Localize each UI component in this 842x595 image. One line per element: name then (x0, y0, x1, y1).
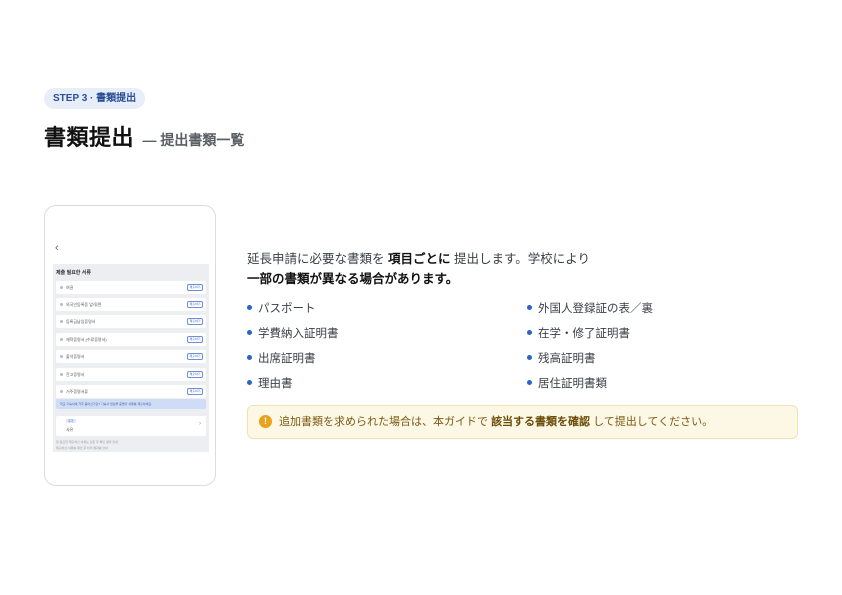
list-item-label: 学費納入証明書 (258, 328, 339, 340)
submit-button[interactable]: 제출하기 (187, 388, 203, 395)
row-label: 재학증명서 (수료증명서) (66, 337, 107, 342)
screen-note-text: 학교 기숙사에 거주 중이신가요? 기숙사 입실을 증명할 서류를 제출하세요. (60, 402, 152, 406)
list-item: 学費納入証明書 (247, 325, 339, 343)
row-dot-icon (60, 390, 63, 393)
page-title-sub: — 提出書類一覧 (142, 132, 245, 148)
row-label: 잔고증명서 (66, 372, 85, 377)
chevron-left-icon[interactable]: ‹ (55, 242, 59, 254)
bullet-icon (527, 305, 532, 310)
bullet-icon (527, 330, 532, 335)
page-title: 書類提出 — 提出書類一覧 (44, 120, 244, 152)
screen-row: 등록금납입증명서 제출하기 (56, 315, 206, 328)
row-dot-icon (60, 320, 63, 323)
card-label: 사유 (66, 427, 74, 432)
submit-button[interactable]: 제출하기 (187, 284, 203, 291)
bullet-icon (247, 330, 252, 335)
notice-part: 追加書類を求められた場合は、本ガイドで (279, 416, 488, 428)
submit-button[interactable]: 제출하기 (187, 353, 203, 360)
list-item-label: 出席証明書 (258, 353, 316, 365)
card-tag: 추가 (66, 419, 76, 423)
list-item-label: 在学・修了証明書 (538, 328, 630, 340)
bullet-icon (527, 355, 532, 360)
intro-text: 延長申請に必要な書類を 項目ごとに 提出します。学校により 一部の書類が異なる場… (247, 249, 590, 289)
row-label: 등록금납입증명서 (66, 319, 96, 324)
bullet-icon (247, 380, 252, 385)
list-item: 居住証明書類 (527, 375, 607, 393)
intro-part: 提出します。学校により (454, 252, 591, 266)
row-dot-icon (60, 286, 63, 289)
exclamation-icon: ! (259, 415, 272, 428)
row-label: 여권 (66, 285, 74, 290)
screen-title: 제출 필요한 서류 (56, 270, 91, 276)
screen-note: 학교 기숙사에 거주 중이신가요? 기숙사 입실을 증명할 서류를 제출하세요. (56, 399, 206, 409)
notice-part: して提出してください。 (593, 416, 714, 428)
list-item: パスポート (247, 300, 316, 318)
row-label: 출석증명서 (66, 354, 85, 359)
notice-text: 追加書類を求められた場合は、本ガイドで 該当する書類を確認 して提出してください… (279, 415, 713, 430)
list-item-label: 残高証明書 (538, 353, 596, 365)
intro-bold: 項目ごとに (388, 252, 451, 266)
bullet-icon (247, 305, 252, 310)
list-item: 残高証明書 (527, 350, 596, 368)
notice-box: ! 追加書類を求められた場合は、本ガイドで 該当する書類を確認 して提出してくだ… (247, 405, 798, 439)
bullet-icon (527, 380, 532, 385)
row-dot-icon (60, 338, 63, 341)
screen-row: 출석증명서 제출하기 (56, 350, 206, 363)
list-item: 理由書 (247, 375, 293, 393)
phone-mockup: ‹ 제출 필요한 서류 여권 제출하기 외국인등록증 앞/뒷면 제출하기 등록금… (44, 205, 216, 486)
step-badge: STEP 3 · 書類提出 (44, 88, 146, 109)
submit-button[interactable]: 제출하기 (187, 371, 203, 378)
document-list: パスポート 学費納入証明書 出席証明書 理由書 外国人登録証の表／裏 在学・修了… (247, 300, 807, 395)
list-item-label: 理由書 (258, 378, 293, 390)
submit-button[interactable]: 제출하기 (187, 301, 203, 308)
screen-row: 여권 제출하기 (56, 281, 206, 294)
screen-footer-line: 제출하신 서류를 확인 후 처리 결과를 안내 (56, 446, 108, 450)
submit-button[interactable]: 제출하기 (187, 318, 203, 325)
intro-bold: 一部の書類が異なる場合があります。 (247, 272, 459, 286)
row-label: 외국인등록증 앞/뒷면 (66, 302, 102, 307)
submit-button[interactable]: 제출하기 (187, 336, 203, 343)
notice-bold: 該当する書類を確認 (491, 416, 591, 428)
row-dot-icon (60, 355, 63, 358)
list-item-label: 外国人登録証の表／裏 (538, 303, 653, 315)
screen-row: 외국인등록증 앞/뒷면 제출하기 (56, 298, 206, 311)
phone-screen: 제출 필요한 서류 여권 제출하기 외국인등록증 앞/뒷면 제출하기 등록금납입… (53, 264, 209, 452)
screen-footer-line: 첨 필요한 제출하신 서류는 검토 후 확인 결과 안내 (56, 440, 118, 444)
screen-row: 잔고증명서 제출하기 (56, 368, 206, 381)
row-dot-icon (60, 303, 63, 306)
row-dot-icon (60, 373, 63, 376)
row-label: 거주증명서류 (66, 389, 89, 394)
page-title-main: 書類提出 (44, 125, 135, 150)
list-item: 出席証明書 (247, 350, 316, 368)
screen-row: 재학증명서 (수료증명서) 제출하기 (56, 333, 206, 346)
list-item: 在学・修了証明書 (527, 325, 630, 343)
screen-row: 거주증명서류 제출하기 (56, 385, 206, 398)
chevron-right-icon: › (199, 421, 201, 427)
screen-reason-card[interactable]: 추가 사유 › (56, 416, 206, 436)
list-item-label: 居住証明書類 (538, 378, 607, 390)
list-item: 外国人登録証の表／裏 (527, 300, 653, 318)
list-item-label: パスポート (258, 303, 316, 315)
bullet-icon (247, 355, 252, 360)
intro-part: 延長申請に必要な書類を (247, 252, 385, 266)
